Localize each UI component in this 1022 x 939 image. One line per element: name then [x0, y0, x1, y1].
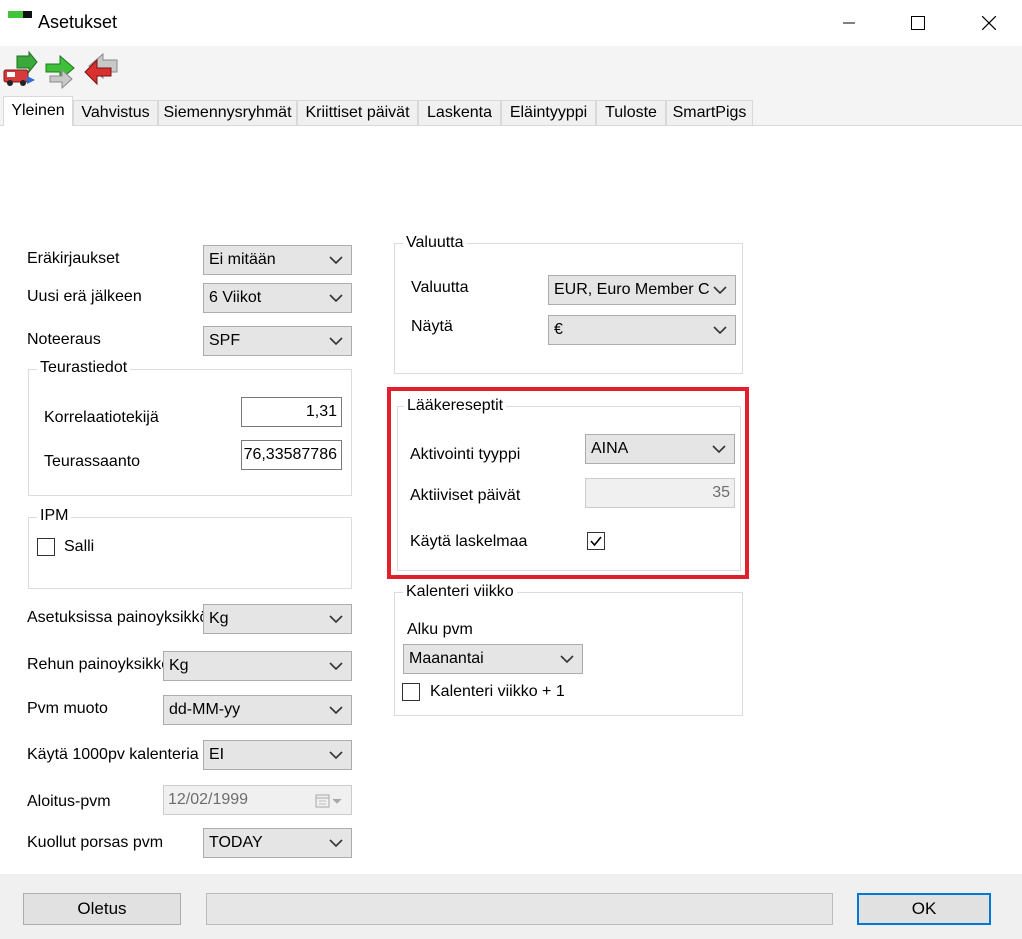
toolbar-forward-button[interactable]: [42, 50, 80, 90]
ipm-title: IPM: [37, 507, 72, 525]
tab-yleinen[interactable]: Yleinen: [3, 96, 73, 126]
pvm-muoto-value: dd-MM-yy: [169, 701, 241, 718]
checkmark-icon: [590, 536, 602, 547]
app-icon: [8, 11, 32, 18]
chevron-down-icon: [329, 337, 343, 346]
ok-button[interactable]: OK: [857, 893, 991, 925]
erakirjaukset-value: Ei mitään: [209, 251, 276, 268]
valuutta-select[interactable]: EUR, Euro Member C: [548, 275, 736, 305]
kalenteri1000-value: EI: [209, 746, 225, 763]
chevron-down-icon: [713, 326, 727, 335]
red-arrow-icon: [84, 52, 118, 86]
nayta-label: Näytä: [411, 318, 453, 335]
aktiiviset-label: Aktiiviset päivät: [410, 487, 521, 504]
maximize-icon: [911, 16, 925, 30]
kayta-laskelmaa-checkbox[interactable]: [587, 532, 605, 550]
kuollut-porsas-value: TODAY: [209, 834, 263, 851]
toolbar-back-button[interactable]: [83, 50, 121, 90]
aktivointi-label: Aktivointi tyyppi: [410, 446, 521, 463]
tab-smartpigs[interactable]: SmartPigs: [666, 100, 753, 125]
toolbar: [0, 46, 1022, 96]
kalenteri1000-label: Käytä 1000pv kalenteria: [27, 746, 199, 763]
chevron-down-icon: [712, 445, 726, 454]
chevron-down-icon: [329, 706, 343, 715]
green-arrow-icon: [45, 54, 75, 90]
minimize-icon: [843, 22, 855, 24]
close-icon: [982, 16, 996, 30]
teurassaanto-label: Teurassaanto: [44, 453, 141, 470]
chevron-down-icon: [329, 256, 343, 265]
erakirjaukset-label: Eräkirjaukset: [27, 250, 120, 267]
alku-pvm-label: Alku pvm: [407, 621, 473, 638]
window-title: Asetukset: [38, 12, 118, 32]
aktivointi-value: AINA: [591, 440, 629, 457]
asetus-paino-label: Asetuksissa painoyksikkö: [27, 609, 203, 626]
calendar-dropdown-icon: [315, 794, 342, 808]
pvm-muoto-label: Pvm muoto: [27, 700, 108, 717]
close-button[interactable]: [966, 0, 1012, 46]
uusi-era-value: 6 Viikot: [209, 289, 262, 306]
alku-pvm-value: Maanantai: [409, 650, 484, 667]
uusi-era-label: Uusi erä jälkeen: [27, 288, 142, 305]
tab-elaintyyppi[interactable]: Eläintyyppi: [501, 100, 596, 125]
toolbar-save-button[interactable]: [1, 50, 39, 90]
chevron-down-icon: [329, 751, 343, 760]
aloitus-pvm-picker[interactable]: 12/02/1999: [163, 785, 352, 815]
rehu-paino-value: Kg: [169, 657, 189, 674]
kalenteri1000-select[interactable]: EI: [203, 740, 352, 770]
aloitus-pvm-label: Aloitus-pvm: [27, 793, 111, 810]
kalenteri-title: Kalenteri viikko: [403, 583, 517, 601]
vehicle-save-icon: [3, 50, 38, 86]
chevron-down-icon: [329, 839, 343, 848]
chevron-down-icon: [713, 286, 727, 295]
noteeraus-value: SPF: [209, 332, 241, 349]
status-bar: [206, 893, 833, 925]
maximize-button[interactable]: [895, 0, 941, 46]
tab-siemennysryhmat[interactable]: Siemennysryhmät: [158, 100, 297, 125]
pvm-muoto-select[interactable]: dd-MM-yy: [163, 695, 352, 725]
korrelaatio-input[interactable]: 1,31: [241, 397, 342, 427]
noteeraus-select[interactable]: SPF: [203, 326, 352, 356]
teurastiedot-title: Teurastiedot: [37, 359, 131, 377]
oletus-button[interactable]: Oletus: [23, 893, 181, 925]
salli-label: Salli: [64, 538, 95, 555]
rehu-paino-label: Rehun painoyksikkö: [27, 656, 163, 673]
kuollut-porsas-select[interactable]: TODAY: [203, 828, 352, 858]
rehu-paino-select[interactable]: Kg: [163, 651, 352, 681]
valuutta-label: Valuutta: [411, 279, 469, 296]
teurassaanto-input[interactable]: 76,33587786: [241, 440, 342, 470]
uusi-era-select[interactable]: 6 Viikot: [203, 283, 352, 313]
salli-checkbox[interactable]: [37, 538, 55, 556]
asetus-paino-select[interactable]: Kg: [203, 604, 352, 634]
teurastiedot-group: [28, 369, 352, 496]
erakirjaukset-select[interactable]: Ei mitään: [203, 245, 352, 275]
nayta-value: €: [554, 321, 563, 338]
tab-kriittiset-paivat[interactable]: Kriittiset päivät: [297, 100, 418, 125]
korrelaatio-label: Korrelaatiotekijä: [44, 409, 159, 426]
minimize-button[interactable]: [826, 0, 872, 46]
aktivointi-select[interactable]: AINA: [585, 434, 735, 464]
tab-vahvistus[interactable]: Vahvistus: [73, 100, 158, 125]
chevron-down-icon: [329, 615, 343, 624]
valuutta-value: EUR, Euro Member C: [554, 281, 710, 298]
aktiiviset-input[interactable]: 35: [585, 478, 735, 508]
chevron-down-icon: [560, 655, 574, 664]
laakereseptit-title: Lääkereseptit: [404, 397, 507, 415]
chevron-down-icon: [329, 294, 343, 303]
chevron-down-icon: [329, 662, 343, 671]
kalenteri-plus1-label: Kalenteri viikko + 1: [430, 683, 565, 700]
kalenteri-plus1-checkbox[interactable]: [402, 683, 420, 701]
alku-pvm-select[interactable]: Maanantai: [403, 644, 583, 674]
tab-laskenta[interactable]: Laskenta: [418, 100, 501, 125]
nayta-select[interactable]: €: [548, 315, 736, 345]
tab-tuloste[interactable]: Tuloste: [596, 100, 666, 125]
aloitus-pvm-value: 12/02/1999: [168, 791, 249, 808]
kayta-laskelmaa-label: Käytä laskelmaa: [410, 533, 528, 550]
asetus-paino-value: Kg: [209, 610, 229, 627]
valuutta-group: [394, 243, 743, 374]
noteeraus-label: Noteeraus: [27, 331, 101, 348]
valuutta-title: Valuutta: [403, 234, 467, 252]
kuollut-porsas-label: Kuollut porsas pvm: [27, 834, 164, 851]
